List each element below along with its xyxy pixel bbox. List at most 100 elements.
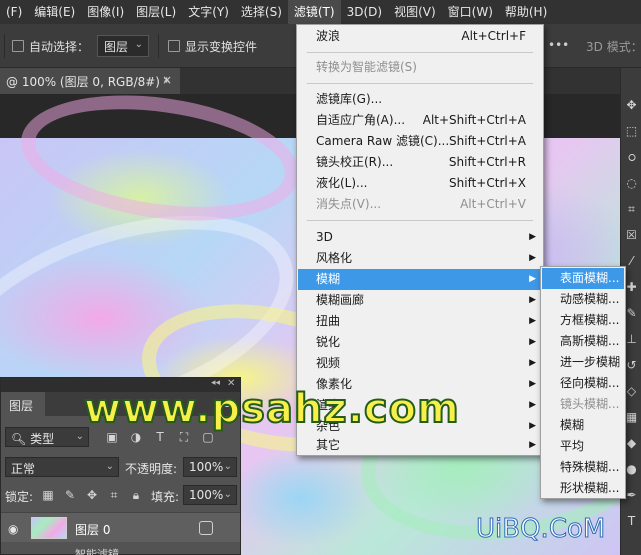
submenu-arrow-icon: ▶: [529, 274, 536, 284]
lock-position-icon[interactable]: ✥: [85, 488, 99, 502]
smart-object-filter-icon[interactable]: ▢: [201, 430, 215, 444]
corner-watermark-text: UiBQ.CoM: [475, 514, 606, 545]
menu-filter[interactable]: 滤镜(T): [287, 0, 341, 24]
smart-filter-label: 智能滤镜: [75, 548, 119, 555]
show-transform-label: 显示变换控件: [185, 40, 258, 54]
brush-tool-icon[interactable]: ✎: [624, 306, 639, 321]
pixel-filter-icon[interactable]: ▣: [105, 430, 119, 444]
shape-filter-icon[interactable]: ⛶: [177, 430, 191, 444]
menu-item-camera-raw[interactable]: Camera Raw 滤镜(C)... Shift+Ctrl+A: [298, 131, 542, 152]
lock-pixels-icon[interactable]: ✎: [63, 488, 77, 502]
menu-layer[interactable]: 图层(L): [130, 0, 182, 24]
menu-item-blur[interactable]: 模糊 ▶: [298, 269, 542, 290]
menu-item-sharpen[interactable]: 锐化 ▶: [298, 332, 542, 353]
menu-select[interactable]: 选择(S): [235, 0, 288, 24]
menu-file[interactable]: (F): [0, 0, 28, 24]
menu-item-wave[interactable]: 波浪 Alt+Ctrl+F: [298, 26, 542, 47]
eyedropper-icon[interactable]: ⁄: [624, 254, 639, 269]
stamp-tool-icon[interactable]: ⊥: [624, 332, 639, 347]
shortcut-text: Alt+Shift+Ctrl+A: [422, 113, 526, 127]
gradient-tool-icon[interactable]: ▦: [624, 410, 639, 425]
frame-tool-icon[interactable]: ☒: [624, 228, 639, 243]
document-title: @ 100% (图层 0, RGB/8#) *: [6, 75, 170, 89]
menu-image[interactable]: 图像(I): [81, 0, 130, 24]
auto-select-value: 图层: [104, 40, 129, 54]
menu-item-label: 锐化: [316, 335, 341, 349]
menu-help[interactable]: 帮助(H): [499, 0, 553, 24]
eraser-tool-icon[interactable]: ◇: [624, 384, 639, 399]
submenu-item-lens-blur: 镜头模糊...: [560, 397, 620, 411]
auto-select-dropdown[interactable]: 图层 ⌄: [97, 35, 149, 57]
submenu-item-gaussian-blur[interactable]: 高斯模糊...: [542, 331, 624, 352]
menu-item-filter-gallery[interactable]: 滤镜库(G)...: [298, 89, 542, 110]
submenu-item-radial-blur[interactable]: 径向模糊...: [542, 373, 624, 394]
show-transform-checkbox[interactable]: [168, 40, 180, 52]
menu-edit[interactable]: 编辑(E): [28, 0, 81, 24]
menu-item-adaptive-wide-angle[interactable]: 自适应广角(A)... Alt+Shift+Ctrl+A: [298, 110, 542, 131]
submenu-item-shape-blur[interactable]: 形状模糊...: [542, 478, 624, 499]
menu-item-3d[interactable]: 3D ▶: [298, 227, 542, 248]
menu-type[interactable]: 文字(Y): [182, 0, 235, 24]
menu-divider: [307, 83, 533, 84]
submenu-arrow-icon: ▶: [529, 232, 536, 242]
menu-item-stylize[interactable]: 风格化 ▶: [298, 248, 542, 269]
dodge-tool-icon[interactable]: ●: [624, 462, 639, 477]
adjustment-filter-icon[interactable]: ◑: [129, 430, 143, 444]
blend-row: 正常 ⌄ 不透明度: 100% ⌄: [1, 454, 240, 480]
menu-view[interactable]: 视图(V): [388, 0, 442, 24]
eye-icon[interactable]: ◉: [8, 522, 18, 536]
submenu-item-motion-blur[interactable]: 动感模糊...: [542, 289, 624, 310]
blend-mode-dropdown[interactable]: 正常 ⌄: [5, 457, 119, 477]
opacity-field[interactable]: 100% ⌄: [183, 457, 237, 477]
submenu-item-smart-blur[interactable]: 特殊模糊...: [542, 457, 624, 478]
layer-name: 图层 0: [75, 523, 111, 537]
3d-mode-label: 3D 模式：: [586, 40, 641, 54]
menu-item-convert-smart-filter: 转换为智能滤镜(S): [298, 57, 542, 78]
submenu-arrow-icon: ▶: [529, 379, 536, 389]
submenu-item-surface-blur[interactable]: 表面模糊...: [542, 268, 624, 289]
lasso-tool-icon[interactable]: ഠ: [624, 150, 639, 165]
filter-kind-dropdown[interactable]: 🔍︎ 类型 ⌄: [5, 427, 89, 447]
pen-tool-icon[interactable]: ✒: [624, 488, 639, 503]
shortcut-text: Shift+Ctrl+A: [449, 134, 526, 148]
quick-select-icon[interactable]: ◌: [624, 176, 639, 191]
submenu-arrow-icon: ▶: [529, 440, 536, 450]
history-brush-icon[interactable]: ↺: [624, 358, 639, 373]
menu-item-distort[interactable]: 扭曲 ▶: [298, 311, 542, 332]
menu-item-label: 消失点(V)...: [316, 197, 382, 211]
menu-window[interactable]: 窗口(W): [442, 0, 499, 24]
layer-thumbnail: [31, 517, 67, 539]
lock-all-icon[interactable]: 🔒︎: [129, 488, 143, 502]
blur-tool-icon[interactable]: ◆: [624, 436, 639, 451]
type-tool-icon[interactable]: T: [624, 514, 639, 529]
lock-artboard-icon[interactable]: ⌗: [107, 488, 121, 502]
submenu-item-box-blur[interactable]: 方框模糊...: [542, 310, 624, 331]
menu-item-lens-correction[interactable]: 镜头校正(R)... Shift+Ctrl+R: [298, 152, 542, 173]
menu-item-liquify[interactable]: 液化(L)... Shift+Ctrl+X: [298, 173, 542, 194]
close-icon[interactable]: ×: [162, 73, 172, 87]
wave-highlight: [13, 94, 307, 237]
crop-tool-icon[interactable]: ⌗: [624, 202, 639, 217]
blur-submenu: 表面模糊... 动感模糊... 方框模糊... 高斯模糊... 进一步模糊 径向…: [540, 266, 626, 499]
submenu-item-average[interactable]: 平均: [542, 436, 624, 457]
menu-item-other[interactable]: 其它 ▶: [298, 435, 542, 456]
submenu-item-blur[interactable]: 模糊: [542, 415, 624, 436]
type-filter-icon[interactable]: T: [153, 430, 167, 444]
menu-item-video[interactable]: 视频 ▶: [298, 353, 542, 374]
lock-transparent-icon[interactable]: ▦: [41, 488, 55, 502]
menu-item-label: 其它: [316, 438, 341, 452]
tab-layers[interactable]: 图层: [1, 392, 45, 416]
layer-row[interactable]: ◉ 图层 0: [1, 512, 240, 542]
menu-3d[interactable]: 3D(D): [341, 0, 388, 24]
fill-field[interactable]: 100% ⌄: [183, 485, 237, 505]
move-tool-icon[interactable]: ✥: [624, 98, 639, 113]
shortcut-text: Alt+Ctrl+V: [460, 197, 526, 211]
document-tab[interactable]: @ 100% (图层 0, RGB/8#) * ×: [0, 68, 180, 94]
auto-select-checkbox[interactable]: [12, 40, 24, 52]
more-options-icon[interactable]: •••: [548, 38, 569, 52]
submenu-item-blur-more[interactable]: 进一步模糊: [542, 352, 624, 373]
menu-item-blur-gallery[interactable]: 模糊画廊 ▶: [298, 290, 542, 311]
submenu-arrow-icon: ▶: [529, 421, 536, 431]
healing-brush-icon[interactable]: ✚: [624, 280, 639, 295]
marquee-tool-icon[interactable]: ⬚: [624, 124, 639, 139]
